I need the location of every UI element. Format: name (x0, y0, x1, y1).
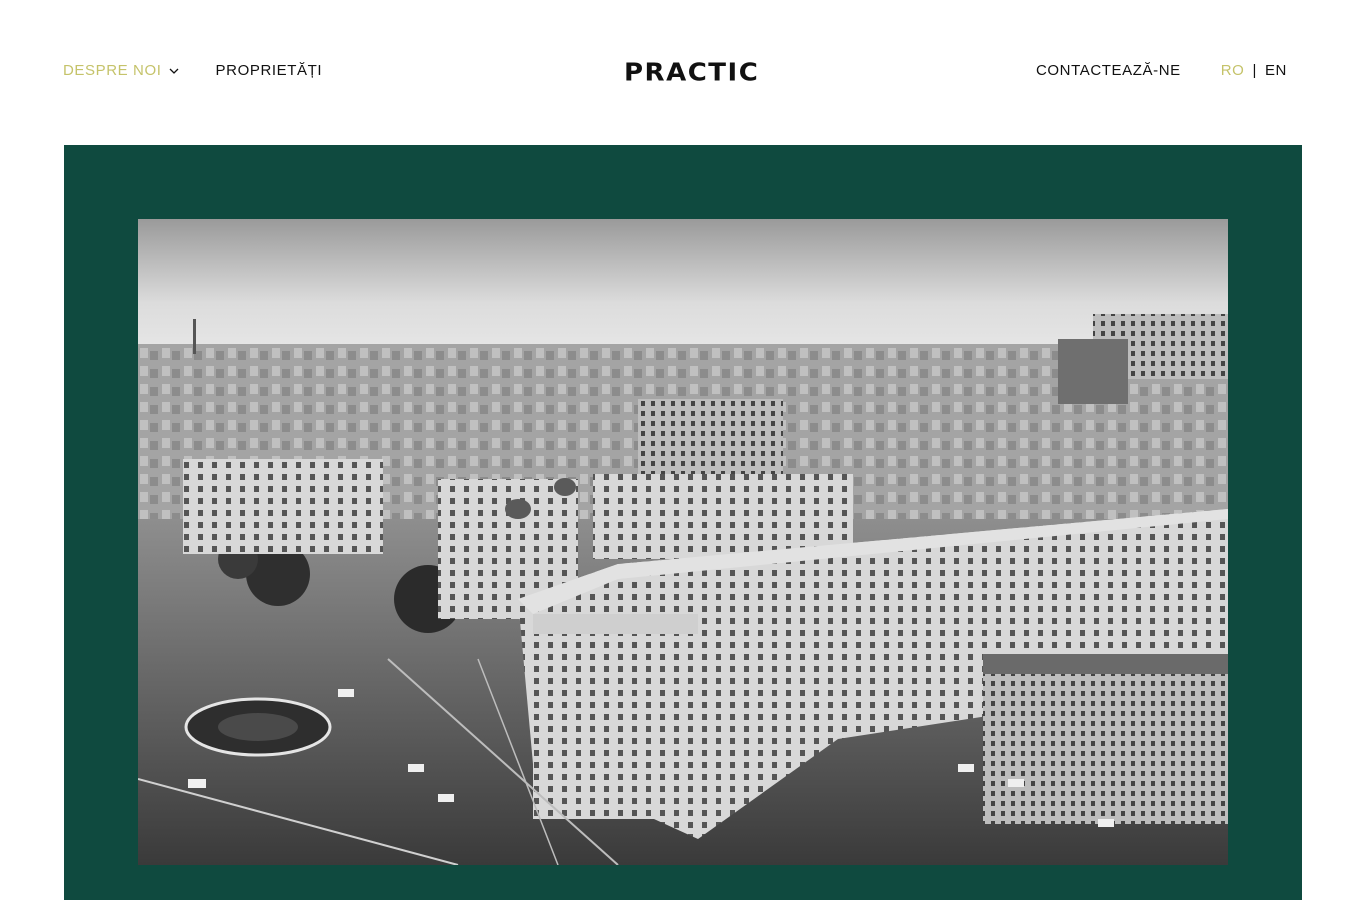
nav-label-despre-noi: DESPRE NOI (63, 62, 162, 79)
page: DESPRE NOI PROPRIETĂȚI PRACTIC CONTACTEA… (0, 0, 1366, 900)
lang-separator: | (1252, 62, 1257, 79)
primary-nav: DESPRE NOI PROPRIETĂȚI (63, 62, 322, 79)
lang-en-link[interactable]: EN (1265, 62, 1287, 79)
site-logo[interactable]: PRACTIC (624, 59, 759, 88)
nav-label-proprietati: PROPRIETĂȚI (215, 62, 323, 79)
nav-item-despre-noi[interactable]: DESPRE NOI (63, 62, 180, 79)
site-header: DESPRE NOI PROPRIETĂȚI PRACTIC CONTACTEA… (0, 0, 1366, 145)
city-aerial-photo (138, 219, 1228, 865)
lang-ro-link[interactable]: RO (1221, 62, 1245, 79)
chevron-down-icon (168, 65, 180, 77)
secondary-nav: CONTACTEAZĂ-NE RO | EN (1036, 62, 1287, 79)
language-switcher: RO | EN (1221, 62, 1287, 79)
nav-item-proprietati[interactable]: PROPRIETĂȚI (216, 62, 323, 79)
city-photo-illustration (138, 219, 1228, 865)
hero-section (64, 145, 1302, 900)
contact-link[interactable]: CONTACTEAZĂ-NE (1036, 62, 1181, 79)
